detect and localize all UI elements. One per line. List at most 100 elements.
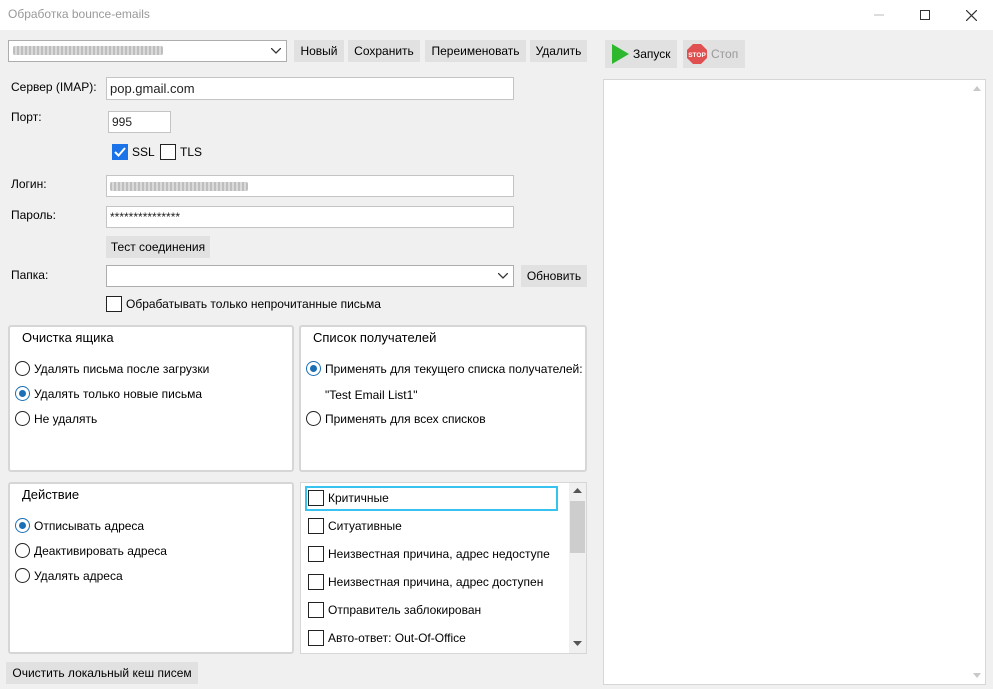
- category-label: Ситуативные: [328, 519, 402, 533]
- tls-checkbox[interactable]: TLS: [160, 144, 202, 160]
- current-list-name: "Test Email List1": [325, 388, 418, 402]
- radio-button[interactable]: [306, 361, 321, 376]
- chevron-down-icon[interactable]: [266, 41, 286, 61]
- port-input[interactable]: 995: [108, 111, 171, 133]
- action-option-unsubscribe[interactable]: Отписывать адреса: [15, 518, 144, 533]
- rename-button[interactable]: Переименовать: [425, 40, 526, 62]
- server-input[interactable]: pop.gmail.com: [106, 77, 514, 100]
- test-connection-button[interactable]: Тест соединения: [106, 236, 210, 258]
- minimize-button[interactable]: [856, 0, 902, 30]
- refresh-button[interactable]: Обновить: [521, 265, 587, 287]
- category-check-box[interactable]: [308, 518, 324, 534]
- scroll-up-icon: [973, 86, 981, 91]
- log-panel[interactable]: [603, 79, 986, 685]
- cleanup-option-2[interactable]: Удалять только новые письма: [15, 386, 202, 401]
- password-input[interactable]: ***************: [106, 206, 514, 228]
- ssl-check-box[interactable]: [112, 144, 128, 160]
- svg-text:STOP: STOP: [688, 52, 706, 59]
- radio-button[interactable]: [15, 543, 30, 558]
- categories-scrollbar[interactable]: [569, 483, 586, 653]
- category-item[interactable]: Неизвестная причина, адрес недоступе: [308, 546, 550, 562]
- delete-button[interactable]: Удалить: [530, 40, 587, 62]
- cleanup-option-label: Удалять письма после загрузки: [34, 361, 210, 376]
- mailbox-cleanup-group: Очистка ящика Удалять письма после загру…: [8, 325, 294, 472]
- category-item[interactable]: Критичные: [308, 490, 389, 506]
- category-check-box[interactable]: [308, 546, 324, 562]
- window-title: Обработка bounce-emails: [8, 7, 150, 21]
- start-label: Запуск: [633, 47, 671, 61]
- radio-button[interactable]: [15, 361, 30, 376]
- close-icon: [965, 9, 977, 21]
- category-item[interactable]: Отправитель заблокирован: [308, 602, 481, 618]
- recipients-group: Список получателей Применять для текущег…: [299, 325, 587, 472]
- ssl-label: SSL: [132, 145, 155, 159]
- recipients-option-label: Применять для всех списков: [325, 411, 486, 426]
- category-item[interactable]: Ситуативные: [308, 518, 402, 534]
- radio-button[interactable]: [15, 386, 30, 401]
- blurred-login-text: [110, 181, 248, 191]
- scroll-down-icon: [573, 641, 582, 646]
- unread-only-label: Обрабатывать только непрочитанные письма: [126, 297, 381, 311]
- close-button[interactable]: [948, 0, 993, 30]
- category-label: Критичные: [328, 491, 389, 505]
- checkmark-icon: [114, 147, 126, 157]
- category-label: Отправитель заблокирован: [328, 603, 482, 617]
- account-value: [9, 44, 266, 58]
- clear-cache-button[interactable]: Очистить локальный кеш писем: [6, 662, 198, 684]
- action-option-delete[interactable]: Удалять адреса: [15, 568, 123, 583]
- login-input[interactable]: [106, 175, 514, 197]
- maximize-button[interactable]: [902, 0, 948, 30]
- category-item[interactable]: Авто-ответ: Out-Of-Office: [308, 630, 466, 646]
- folder-select[interactable]: [106, 265, 514, 287]
- action-group: Действие Отписывать адреса Деактивироват…: [8, 482, 294, 654]
- title-bar: Обработка bounce-emails: [0, 0, 993, 30]
- unread-only-check-box[interactable]: [106, 296, 122, 312]
- account-select[interactable]: [8, 40, 287, 62]
- category-check-box[interactable]: [308, 630, 324, 646]
- category-label: Неизвестная причина, адрес недоступе: [328, 547, 550, 561]
- unread-only-checkbox[interactable]: Обрабатывать только непрочитанные письма: [106, 296, 381, 312]
- radio-button[interactable]: [15, 518, 30, 533]
- action-title: Действие: [22, 487, 80, 502]
- mailbox-cleanup-title: Очистка ящика: [22, 330, 114, 345]
- action-option-deactivate[interactable]: Деактивировать адреса: [15, 543, 167, 558]
- recipients-option-all[interactable]: Применять для всех списков: [306, 411, 486, 426]
- chevron-down-icon[interactable]: [493, 266, 513, 286]
- cleanup-option-label: Не удалять: [34, 411, 98, 426]
- blurred-account-text: [13, 46, 163, 55]
- category-check-box[interactable]: [308, 574, 324, 590]
- scrollbar-thumb[interactable]: [570, 501, 585, 553]
- maximize-icon: [920, 10, 930, 20]
- new-button[interactable]: Новый: [294, 40, 344, 62]
- stop-button[interactable]: STOP Стоп: [683, 40, 745, 68]
- scroll-down-icon: [973, 673, 981, 678]
- cleanup-option-1[interactable]: Удалять письма после загрузки: [15, 361, 209, 376]
- category-label: Неизвестная причина, адрес доступен: [328, 575, 544, 589]
- start-button[interactable]: Запуск: [605, 40, 677, 68]
- category-check-box[interactable]: [308, 602, 324, 618]
- minimize-icon: [874, 14, 884, 16]
- folder-label: Папка:: [11, 268, 49, 282]
- category-label: Авто-ответ: Out-Of-Office: [328, 631, 466, 645]
- action-option-label: Деактивировать адреса: [34, 543, 167, 558]
- radio-button[interactable]: [15, 411, 30, 426]
- stop-icon: STOP: [687, 44, 707, 64]
- category-check-box[interactable]: [308, 490, 324, 506]
- log-scrollbar[interactable]: [969, 80, 985, 684]
- recipients-title: Список получателей: [313, 330, 437, 345]
- server-label: Сервер (IMAP):: [11, 80, 97, 94]
- category-item[interactable]: Неизвестная причина, адрес доступен: [308, 574, 543, 590]
- tls-check-box[interactable]: [160, 144, 176, 160]
- port-label: Порт:: [11, 110, 42, 124]
- recipients-option-current[interactable]: Применять для текущего списка получателе…: [306, 361, 583, 376]
- cleanup-option-3[interactable]: Не удалять: [15, 411, 97, 426]
- radio-button[interactable]: [15, 568, 30, 583]
- save-button[interactable]: Сохранить: [348, 40, 420, 62]
- categories-checklist[interactable]: Критичные Ситуативные Неизвестная причин…: [300, 482, 587, 654]
- action-option-label: Удалять адреса: [34, 568, 123, 583]
- tls-label: TLS: [180, 145, 203, 159]
- scroll-up-icon: [573, 488, 582, 493]
- radio-button[interactable]: [306, 411, 321, 426]
- ssl-checkbox[interactable]: SSL: [112, 144, 155, 160]
- stop-label: Стоп: [711, 47, 739, 61]
